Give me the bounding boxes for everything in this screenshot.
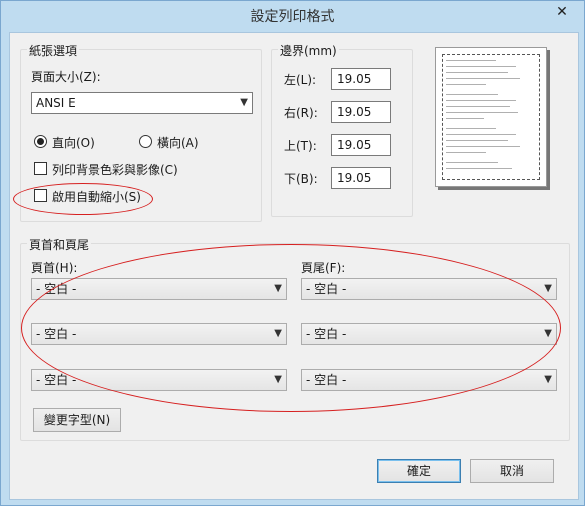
chevron-down-icon: ▼ [274,283,282,294]
footer-center-select[interactable]: - 空白 - ▼ [301,323,557,345]
preview-paper [435,47,547,187]
left-margin-label: 左(L): [284,73,317,87]
preview-text-line [446,168,512,169]
preview-text-line [446,66,516,67]
preview-text-line [446,146,520,147]
footer-label: 頁尾(F): [301,261,346,275]
header-right-select[interactable]: - 空白 - ▼ [31,369,287,391]
bottom-margin-input[interactable]: 19.05 [331,167,391,189]
chevron-down-icon: ▼ [544,283,552,294]
preview-text-line [446,118,484,119]
preview-text-line [446,134,516,135]
header-label: 頁首(H): [31,261,78,275]
top-margin-label: 上(T): [284,139,317,153]
footer-center-value: - 空白 - [306,327,347,341]
footer-left-select[interactable]: - 空白 - ▼ [301,278,557,300]
chevron-down-icon: ▼ [240,97,248,108]
title-bar: 設定列印格式 ✕ [1,1,584,33]
chevron-down-icon: ▼ [274,374,282,385]
chevron-down-icon: ▼ [544,374,552,385]
right-margin-input[interactable]: 19.05 [331,101,391,123]
header-left-value: - 空白 - [36,282,77,296]
preview-text-line [446,60,496,61]
chevron-down-icon: ▼ [274,328,282,339]
preview-text-line [446,84,486,85]
header-footer-group: 頁首和頁尾 頁首(H): 頁尾(F): - 空白 - ▼ - 空白 - ▼ - … [20,236,570,441]
change-font-button[interactable]: 變更字型(N) [33,408,121,432]
print-background-label[interactable]: 列印背景色彩與影像(C) [52,161,178,178]
ok-button[interactable]: 確定 [377,459,461,483]
print-setup-dialog: 設定列印格式 ✕ 紙張選項 頁面大小(Z): ANSI E ▼ 直向(O) 橫向… [0,0,585,506]
footer-right-value: - 空白 - [306,373,347,387]
header-right-value: - 空白 - [36,373,77,387]
right-margin-label: 右(R): [284,106,318,120]
header-center-value: - 空白 - [36,327,77,341]
bottom-margin-label: 下(B): [284,172,318,186]
footer-right-select[interactable]: - 空白 - ▼ [301,369,557,391]
page-preview [435,47,550,190]
page-size-select[interactable]: ANSI E ▼ [31,92,253,114]
paper-options-legend: 紙張選項 [27,42,80,59]
paper-options-group: 紙張選項 頁面大小(Z): ANSI E ▼ 直向(O) 橫向(A) 列印背景色… [20,42,262,222]
header-footer-legend: 頁首和頁尾 [27,236,92,253]
left-margin-input[interactable]: 19.05 [331,68,391,90]
preview-text-line [446,100,516,101]
close-icon[interactable]: ✕ [546,2,578,22]
top-margin-input[interactable]: 19.05 [331,134,391,156]
chevron-down-icon: ▼ [544,328,552,339]
header-left-select[interactable]: - 空白 - ▼ [31,278,287,300]
preview-text-line [446,162,498,163]
shrink-to-fit-checkbox[interactable] [34,189,47,202]
shrink-to-fit-label[interactable]: 啟用自動縮小(S) [52,188,141,205]
landscape-label[interactable]: 橫向(A) [157,134,199,151]
margins-group: 邊界(mm) 左(L): 19.05 右(R): 19.05 上(T): 19.… [271,42,413,217]
window-title: 設定列印格式 [250,9,335,25]
print-background-checkbox[interactable] [34,162,47,175]
preview-text-line [446,106,510,107]
cancel-button[interactable]: 取消 [470,459,554,483]
preview-text-line [446,128,496,129]
portrait-radio[interactable] [34,135,47,148]
preview-text-line [446,78,520,79]
preview-text-line [446,112,518,113]
preview-text-line [446,72,508,73]
dialog-client-area: 紙張選項 頁面大小(Z): ANSI E ▼ 直向(O) 橫向(A) 列印背景色… [9,32,579,500]
preview-text-line [446,152,486,153]
landscape-radio[interactable] [139,135,152,148]
portrait-label[interactable]: 直向(O) [52,134,95,151]
footer-left-value: - 空白 - [306,282,347,296]
page-size-value: ANSI E [36,96,76,110]
preview-text-line [446,140,508,141]
margins-legend: 邊界(mm) [278,42,339,59]
page-size-label: 頁面大小(Z): [31,70,101,84]
preview-text-line [446,94,498,95]
header-center-select[interactable]: - 空白 - ▼ [31,323,287,345]
